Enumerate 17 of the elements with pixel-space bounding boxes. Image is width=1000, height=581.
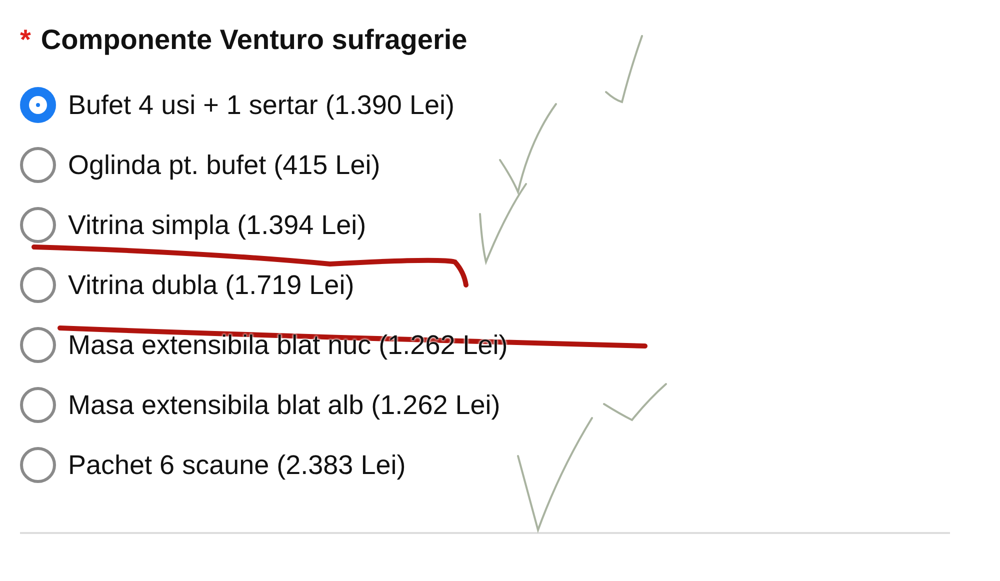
option-label[interactable]: Vitrina simpla (1.394 Lei) (68, 210, 366, 240)
option-label[interactable]: Vitrina dubla (1.719 Lei) (68, 270, 354, 300)
option-label[interactable]: Pachet 6 scaune (2.383 Lei) (68, 450, 406, 480)
radio-button[interactable] (20, 387, 56, 423)
option-label[interactable]: Bufet 4 usi + 1 sertar (1.390 Lei) (68, 90, 454, 120)
radio-button[interactable] (20, 87, 56, 123)
check-mark (605, 35, 643, 103)
radio-button[interactable] (20, 447, 56, 483)
radio-button[interactable] (20, 327, 56, 363)
option-label[interactable]: Oglinda pt. bufet (415 Lei) (68, 150, 380, 180)
option-label[interactable]: Masa extensibila blat alb (1.262 Lei) (68, 390, 500, 420)
field-label: Componente Venturo sufragerie (40, 24, 468, 56)
radio-button[interactable] (20, 147, 56, 183)
required-mark: * (20, 24, 31, 56)
radio-button[interactable] (20, 267, 56, 303)
radio-button[interactable] (20, 207, 56, 243)
check-mark (603, 383, 667, 421)
